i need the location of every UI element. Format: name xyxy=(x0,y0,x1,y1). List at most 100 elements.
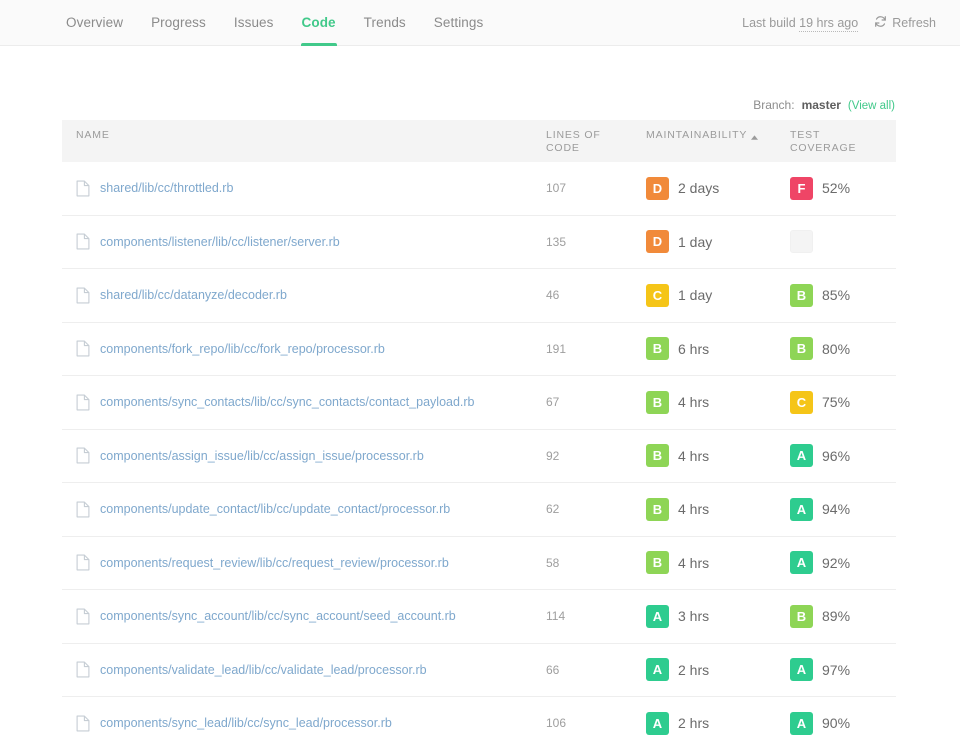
cell-lines-of-code: 107 xyxy=(546,181,567,196)
file-link[interactable]: shared/lib/cc/datanyze/decoder.rb xyxy=(100,288,287,302)
cell-maintainability: B 4 hrs xyxy=(646,390,790,414)
cell-maintainability: B 6 hrs xyxy=(646,337,790,361)
test-coverage-grade-badge: B xyxy=(790,604,813,628)
cell-test-coverage xyxy=(790,230,896,254)
test-coverage-grade-badge: A xyxy=(790,658,813,682)
cell-file-name: shared/lib/cc/datanyze/decoder.rb xyxy=(62,287,546,304)
file-icon xyxy=(76,447,90,464)
cell-maintainability: A 3 hrs xyxy=(646,604,790,628)
maintainability-value: 6 hrs xyxy=(678,340,710,357)
cell-maintainability: B 4 hrs xyxy=(646,497,790,521)
test-coverage-grade-badge: C xyxy=(790,390,813,414)
file-link[interactable]: components/request_review/lib/cc/request… xyxy=(100,556,449,570)
column-header-coverage-line2: COVERAGE xyxy=(790,142,857,155)
file-link[interactable]: components/listener/lib/cc/listener/serv… xyxy=(100,235,340,249)
table-row[interactable]: components/sync_lead/lib/cc/sync_lead/pr… xyxy=(62,697,896,737)
table-row[interactable]: components/fork_repo/lib/cc/fork_repo/pr… xyxy=(62,323,896,376)
cell-file-name: components/update_contact/lib/cc/update_… xyxy=(62,501,546,518)
nav-tab-trends[interactable]: Trends xyxy=(350,0,420,46)
file-link[interactable]: components/assign_issue/lib/cc/assign_is… xyxy=(100,449,424,463)
maintainability-value: 4 hrs xyxy=(678,554,710,571)
column-header-test-coverage[interactable]: TEST COVERAGE xyxy=(790,129,896,155)
nav-tab-overview[interactable]: Overview xyxy=(52,0,137,46)
table-body: shared/lib/cc/throttled.rb 107 D 2 days F 52%… xyxy=(62,162,896,737)
maintainability-value: 2 hrs xyxy=(678,661,710,678)
cell-file-name: components/sync_lead/lib/cc/sync_lead/pr… xyxy=(62,715,546,732)
refresh-icon xyxy=(874,15,887,31)
file-icon xyxy=(76,661,90,678)
cell-lines-of-code: 66 xyxy=(546,662,560,677)
maintainability-grade-badge: A xyxy=(646,604,669,628)
cell-maintainability: B 4 hrs xyxy=(646,551,790,575)
cell-test-coverage: A 97% xyxy=(790,658,896,682)
cell-lines-of-code: 67 xyxy=(546,395,560,410)
cell-lines-of-code: 62 xyxy=(546,502,560,517)
test-coverage-value: 52% xyxy=(822,180,851,197)
cell-test-coverage: C 75% xyxy=(790,390,896,414)
cell-maintainability: A 2 hrs xyxy=(646,711,790,735)
refresh-button[interactable]: Refresh xyxy=(874,15,936,31)
last-build-status: Last build 19 hrs ago xyxy=(742,15,859,32)
test-coverage-grade-badge: A xyxy=(790,711,813,735)
file-link[interactable]: components/sync_contacts/lib/cc/sync_con… xyxy=(100,395,475,409)
branch-name: master xyxy=(801,98,841,112)
cell-file-name: components/listener/lib/cc/listener/serv… xyxy=(62,233,546,250)
nav-tab-code[interactable]: Code xyxy=(288,0,350,46)
table-row[interactable]: components/sync_account/lib/cc/sync_acco… xyxy=(62,590,896,644)
file-link[interactable]: shared/lib/cc/throttled.rb xyxy=(100,181,233,195)
table-row[interactable]: components/validate_lead/lib/cc/validate… xyxy=(62,644,896,697)
maintainability-value: 4 hrs xyxy=(678,447,710,464)
column-header-lines-of-code[interactable]: LINES OF CODE xyxy=(546,129,646,155)
last-build-label: Last build xyxy=(742,15,796,30)
column-header-name-label: NAME xyxy=(76,129,110,141)
file-link[interactable]: components/fork_repo/lib/cc/fork_repo/pr… xyxy=(100,342,385,356)
cell-test-coverage: A 92% xyxy=(790,551,896,575)
cell-lines-of-code: 92 xyxy=(546,448,560,463)
cell-lines-of-code: 58 xyxy=(546,555,560,570)
cell-file-name: components/validate_lead/lib/cc/validate… xyxy=(62,661,546,678)
file-link[interactable]: components/sync_account/lib/cc/sync_acco… xyxy=(100,609,456,623)
maintainability-value: 1 day xyxy=(678,287,713,304)
cell-file-name: components/sync_account/lib/cc/sync_acco… xyxy=(62,608,546,625)
nav-tab-progress[interactable]: Progress xyxy=(137,0,220,46)
maintainability-grade-badge: B xyxy=(646,337,669,361)
table-row[interactable]: components/update_contact/lib/cc/update_… xyxy=(62,483,896,537)
test-coverage-value: 96% xyxy=(822,447,851,464)
nav-tab-issues[interactable]: Issues xyxy=(220,0,288,46)
file-link[interactable]: components/validate_lead/lib/cc/validate… xyxy=(100,663,427,677)
nav-tab-settings[interactable]: Settings xyxy=(420,0,498,46)
cell-maintainability: B 4 hrs xyxy=(646,444,790,468)
cell-test-coverage: B 89% xyxy=(790,604,896,628)
table-row[interactable]: shared/lib/cc/throttled.rb 107 D 2 days F 52% xyxy=(62,162,896,216)
table-row[interactable]: shared/lib/cc/datanyze/decoder.rb 46 C 1 da… xyxy=(62,269,896,323)
cell-maintainability: D 1 day xyxy=(646,230,790,254)
column-header-loc-line2: CODE xyxy=(546,142,580,155)
column-header-name[interactable]: NAME xyxy=(62,129,546,142)
file-icon xyxy=(76,340,90,357)
test-coverage-grade-badge: B xyxy=(790,283,813,307)
maintainability-grade-badge: D xyxy=(646,176,669,200)
table-header-row: NAME LINES OF CODE MAINTAINABILITY TEST … xyxy=(62,120,896,162)
view-all-branches-link[interactable]: (View all) xyxy=(848,100,895,112)
test-coverage-value: 97% xyxy=(822,661,851,678)
last-build-time: 19 hrs ago xyxy=(799,15,859,32)
file-link[interactable]: components/update_contact/lib/cc/update_… xyxy=(100,502,450,516)
cell-lines-of-code: 46 xyxy=(546,288,560,303)
cell-file-name: components/assign_issue/lib/cc/assign_is… xyxy=(62,447,546,464)
file-icon xyxy=(76,715,90,732)
file-link[interactable]: components/sync_lead/lib/cc/sync_lead/pr… xyxy=(100,716,392,730)
column-header-maintainability-label: MAINTAINABILITY xyxy=(646,129,748,141)
test-coverage-grade-badge: B xyxy=(790,337,813,361)
maintainability-grade-badge: A xyxy=(646,711,669,735)
maintainability-value: 2 days xyxy=(678,180,720,197)
test-coverage-grade-badge-empty xyxy=(790,230,813,254)
table-row[interactable]: components/listener/lib/cc/listener/serv… xyxy=(62,216,896,269)
cell-test-coverage: F 52% xyxy=(790,176,896,200)
table-row[interactable]: components/sync_contacts/lib/cc/sync_con… xyxy=(62,376,896,430)
test-coverage-value: 90% xyxy=(822,715,851,732)
column-header-maintainability[interactable]: MAINTAINABILITY xyxy=(646,129,790,144)
table-row[interactable]: components/request_review/lib/cc/request… xyxy=(62,537,896,590)
cell-maintainability: D 2 days xyxy=(646,176,790,200)
maintainability-grade-badge: A xyxy=(646,658,669,682)
table-row[interactable]: components/assign_issue/lib/cc/assign_is… xyxy=(62,430,896,483)
